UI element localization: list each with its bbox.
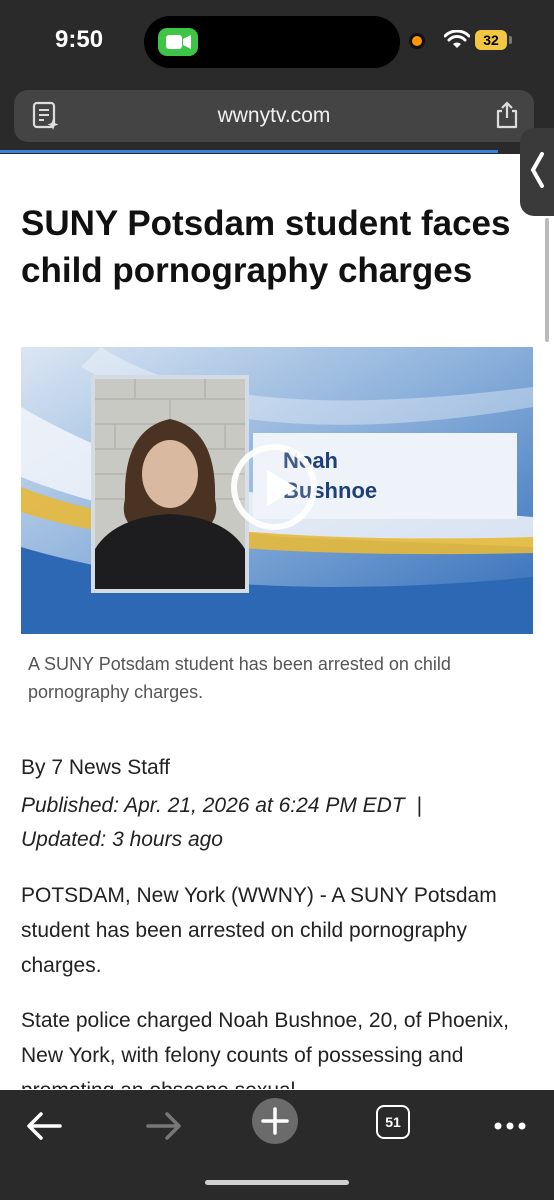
image-caption: A SUNY Potsdam student has been arrested… xyxy=(28,654,451,702)
url-text[interactable]: wwnytv.com xyxy=(14,104,534,128)
plus-icon xyxy=(261,1107,289,1135)
more-icon[interactable] xyxy=(486,1102,534,1150)
suspect-photo xyxy=(91,375,249,593)
chevron-left-icon xyxy=(530,152,544,188)
back-arrow-icon[interactable] xyxy=(22,1102,70,1150)
battery-level: 32 xyxy=(483,32,499,48)
published-date: Published: Apr. 21, 2026 at 6:24 PM EDT xyxy=(21,794,405,817)
home-indicator xyxy=(205,1180,349,1185)
side-panel-handle[interactable] xyxy=(520,128,554,216)
browser-address-area: wwnytv.com xyxy=(0,84,554,154)
battery-tip xyxy=(509,36,512,44)
status-time: 9:50 xyxy=(55,26,104,53)
play-button[interactable] xyxy=(231,444,317,530)
new-tab-button[interactable] xyxy=(252,1098,298,1144)
article-paragraph: State police charged Noah Bushnoe, 20, o… xyxy=(21,1009,510,1089)
page-load-progress xyxy=(0,150,498,153)
updated-date: Updated: 3 hours ago xyxy=(21,828,223,851)
forward-arrow-icon[interactable] xyxy=(138,1102,186,1150)
video-camera-icon xyxy=(158,28,198,56)
publish-info: Published: Apr. 21, 2026 at 6:24 PM EDT … xyxy=(21,789,531,857)
status-bar: 9:50 32 xyxy=(0,0,554,84)
article-paragraph: POTSDAM, New York (WWNY) - A SUNY Potsda… xyxy=(21,884,497,977)
article-headline: SUNY Potsdam student faces child pornogr… xyxy=(21,204,511,290)
dynamic-island xyxy=(144,16,400,68)
tabs-icon[interactable]: 51 xyxy=(376,1105,410,1139)
share-icon[interactable] xyxy=(494,100,520,130)
wifi-icon xyxy=(444,30,470,48)
privacy-indicator-dot xyxy=(412,36,422,46)
battery-icon: 32 xyxy=(475,30,507,50)
scrollbar[interactable] xyxy=(545,218,549,342)
play-icon xyxy=(267,470,297,506)
separator: | xyxy=(404,794,422,817)
byline: By 7 News Staff xyxy=(21,756,171,779)
address-bar[interactable]: wwnytv.com xyxy=(14,90,534,142)
video-player[interactable]: Noah Bushnoe xyxy=(21,347,533,634)
